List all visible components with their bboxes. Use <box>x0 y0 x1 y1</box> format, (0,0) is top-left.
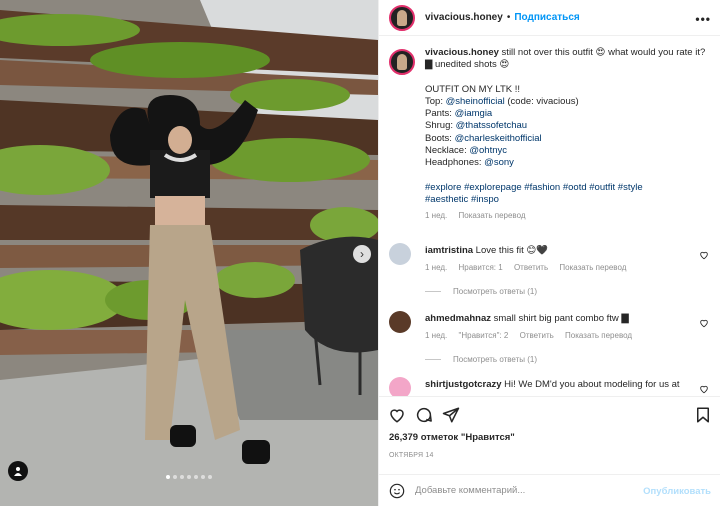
post-header: vivacious.honey • Подписаться ••• <box>379 0 720 36</box>
outfit-item: Top: @sheinofficial (code: vivacious) <box>425 96 715 108</box>
carousel-dot <box>208 475 212 479</box>
commenter-username[interactable]: iamtristina <box>425 245 473 256</box>
carousel-dot <box>201 475 205 479</box>
post-side-panel: vivacious.honey • Подписаться ••• vivaci… <box>378 0 720 506</box>
emoji-icon[interactable] <box>389 483 405 499</box>
add-comment-input[interactable] <box>415 485 635 496</box>
carousel-dot <box>187 475 191 479</box>
caption-translate-link[interactable]: Показать перевод <box>459 211 526 220</box>
caption-username[interactable]: vivacious.honey <box>425 47 499 58</box>
author-username[interactable]: vivacious.honey <box>425 12 503 23</box>
comment-likes[interactable]: "Нравится": 2 <box>459 331 509 340</box>
commenter-username[interactable]: ahmedmahnaz <box>425 313 491 324</box>
carousel-dot <box>194 475 198 479</box>
outfit-item: Pants: @iamgia <box>425 108 715 120</box>
next-slide-button[interactable]: › <box>353 245 371 263</box>
comment-age: 1 нед. <box>425 331 448 340</box>
carousel-dot <box>166 475 170 479</box>
outfit-items: Top: @sheinofficial (code: vivacious) Pan… <box>425 96 715 170</box>
outfit-item-label: Shrug: <box>425 120 456 132</box>
publish-button[interactable]: Опубликовать <box>643 486 711 497</box>
comment-text: Hi! We DM'd you about modeling for us at <box>501 379 680 390</box>
more-options-icon[interactable]: ••• <box>695 12 711 26</box>
share-send-icon[interactable] <box>442 406 460 424</box>
comment-translate-link[interactable]: Показать перевод <box>565 331 632 340</box>
commenter-username[interactable]: shirtjustgotcrazy <box>425 379 502 390</box>
instagram-post: › vivacious.honey • Подписаться ••• viva… <box>0 0 720 506</box>
header-separator: • <box>506 12 511 23</box>
outfit-item-tag[interactable]: @thatssofetchau <box>456 120 527 131</box>
comment-text: small shirt big pant combo ftw ▇ <box>491 313 629 324</box>
outfit-item-tag[interactable]: @sony <box>484 157 514 168</box>
comment-age: 1 нед. <box>425 263 448 272</box>
outfit-item-label: Boots: <box>425 132 455 144</box>
follow-button[interactable]: Подписаться <box>514 12 579 23</box>
commenter-avatar[interactable] <box>389 377 411 396</box>
view-replies-link[interactable]: Посмотреть ответы (1) <box>453 355 537 364</box>
outfit-item-label: Pants: <box>425 108 455 120</box>
comment-reply-link[interactable]: Ответить <box>514 263 548 272</box>
outfit-item-tag[interactable]: @ohtnyc <box>469 145 507 156</box>
post-actions <box>379 396 720 430</box>
heart-icon[interactable] <box>699 318 709 328</box>
carousel-indicator <box>0 475 378 479</box>
bookmark-icon[interactable] <box>694 406 712 424</box>
heart-icon[interactable] <box>699 384 709 394</box>
hashtags-line-1[interactable]: #explore #explorepage #fashion #ootd #ou… <box>425 182 715 194</box>
comment-likes[interactable]: Нравится: 1 <box>459 263 503 272</box>
post-image <box>0 0 378 506</box>
view-replies-link[interactable]: Посмотреть ответы (1) <box>453 287 537 296</box>
outfit-item-suffix: (code: vivacious) <box>504 95 579 107</box>
comments-list[interactable]: vivacious.honey still not over this outf… <box>379 37 720 396</box>
outfit-item-label: Headphones: <box>425 157 485 169</box>
carousel-dot <box>173 475 177 479</box>
hashtags-line-2[interactable]: #aesthetic #inspo <box>425 194 715 206</box>
outfit-item: Boots: @charleskeithofficial <box>425 133 715 145</box>
heart-icon[interactable] <box>699 250 709 260</box>
outfit-item: Headphones: @sony <box>425 157 715 169</box>
commenter-avatar[interactable] <box>389 243 411 265</box>
outfit-item-tag[interactable]: @sheinofficial <box>446 96 505 107</box>
add-comment-bar: Опубликовать <box>379 474 720 506</box>
comment-text: Love this fit 😊🖤 <box>473 245 549 256</box>
comment-reply-link[interactable]: Ответить <box>520 331 554 340</box>
post-date: ОКТЯБРЯ 14 <box>389 452 434 459</box>
outfit-heading: OUTFIT ON MY LTK !! <box>425 83 521 95</box>
outfit-item-label: Necklace: <box>425 145 470 157</box>
author-avatar[interactable] <box>389 4 415 31</box>
outfit-item: Shrug: @thatssofetchau <box>425 120 715 132</box>
outfit-item-tag[interactable]: @iamgia <box>455 108 493 119</box>
likes-count[interactable]: 26,379 отметок "Нравится" <box>389 432 515 443</box>
like-heart-icon[interactable] <box>388 406 406 424</box>
caption-age: 1 нед. <box>425 211 448 221</box>
outfit-item: Necklace: @ohtnyc <box>425 145 715 157</box>
commenter-avatar[interactable] <box>389 311 411 333</box>
outfit-item-tag[interactable]: @charleskeithofficial <box>455 133 542 144</box>
post-photo[interactable]: › <box>0 0 378 506</box>
caption-author-avatar[interactable] <box>389 49 415 75</box>
outfit-item-label: Top: <box>425 95 446 107</box>
carousel-dot <box>180 475 184 479</box>
comment-bubble-icon[interactable] <box>415 406 433 424</box>
comment-translate-link[interactable]: Показать перевод <box>559 263 626 272</box>
chevron-right-icon: › <box>360 247 364 261</box>
